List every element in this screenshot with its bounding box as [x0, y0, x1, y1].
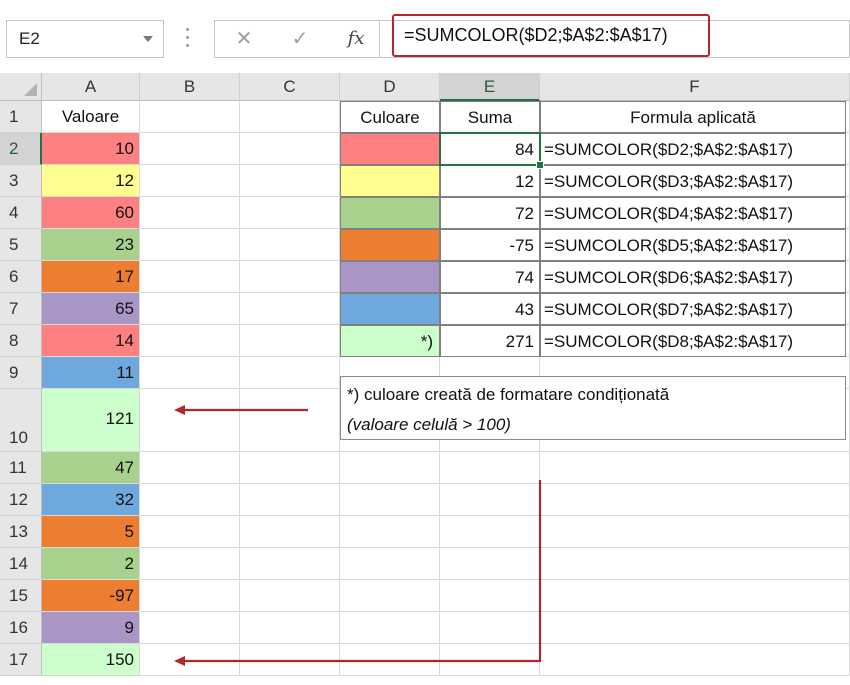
cancel-icon[interactable]: ✕: [229, 26, 259, 52]
formula-buttons: ✕ ✓ fx: [214, 20, 380, 58]
arrowhead-left-icon: [174, 656, 185, 666]
insert-function-icon[interactable]: fx: [341, 26, 371, 52]
enter-icon[interactable]: ✓: [285, 26, 315, 52]
drag-handle-icon[interactable]: [186, 28, 190, 50]
arrow-line-150: [185, 480, 542, 663]
chevron-down-icon[interactable]: [143, 36, 153, 42]
name-box-value: E2: [19, 29, 40, 48]
annotation-arrows: [174, 405, 542, 666]
arrowhead-left-icon: [174, 405, 185, 415]
spreadsheet-grid: A B C D E F 1 2 3 4 5 6 7 8 9 10 11 12 13 14 15 16 17 Valoare Cu…: [0, 73, 850, 685]
name-box[interactable]: E2: [6, 20, 164, 58]
formula-bar-area: E2 ✕ ✓ fx =SUMCOLOR($D2;$A$2:$A$17): [0, 0, 850, 73]
formula-text[interactable]: =SUMCOLOR($D2;$A$2:$A$17): [404, 25, 668, 46]
